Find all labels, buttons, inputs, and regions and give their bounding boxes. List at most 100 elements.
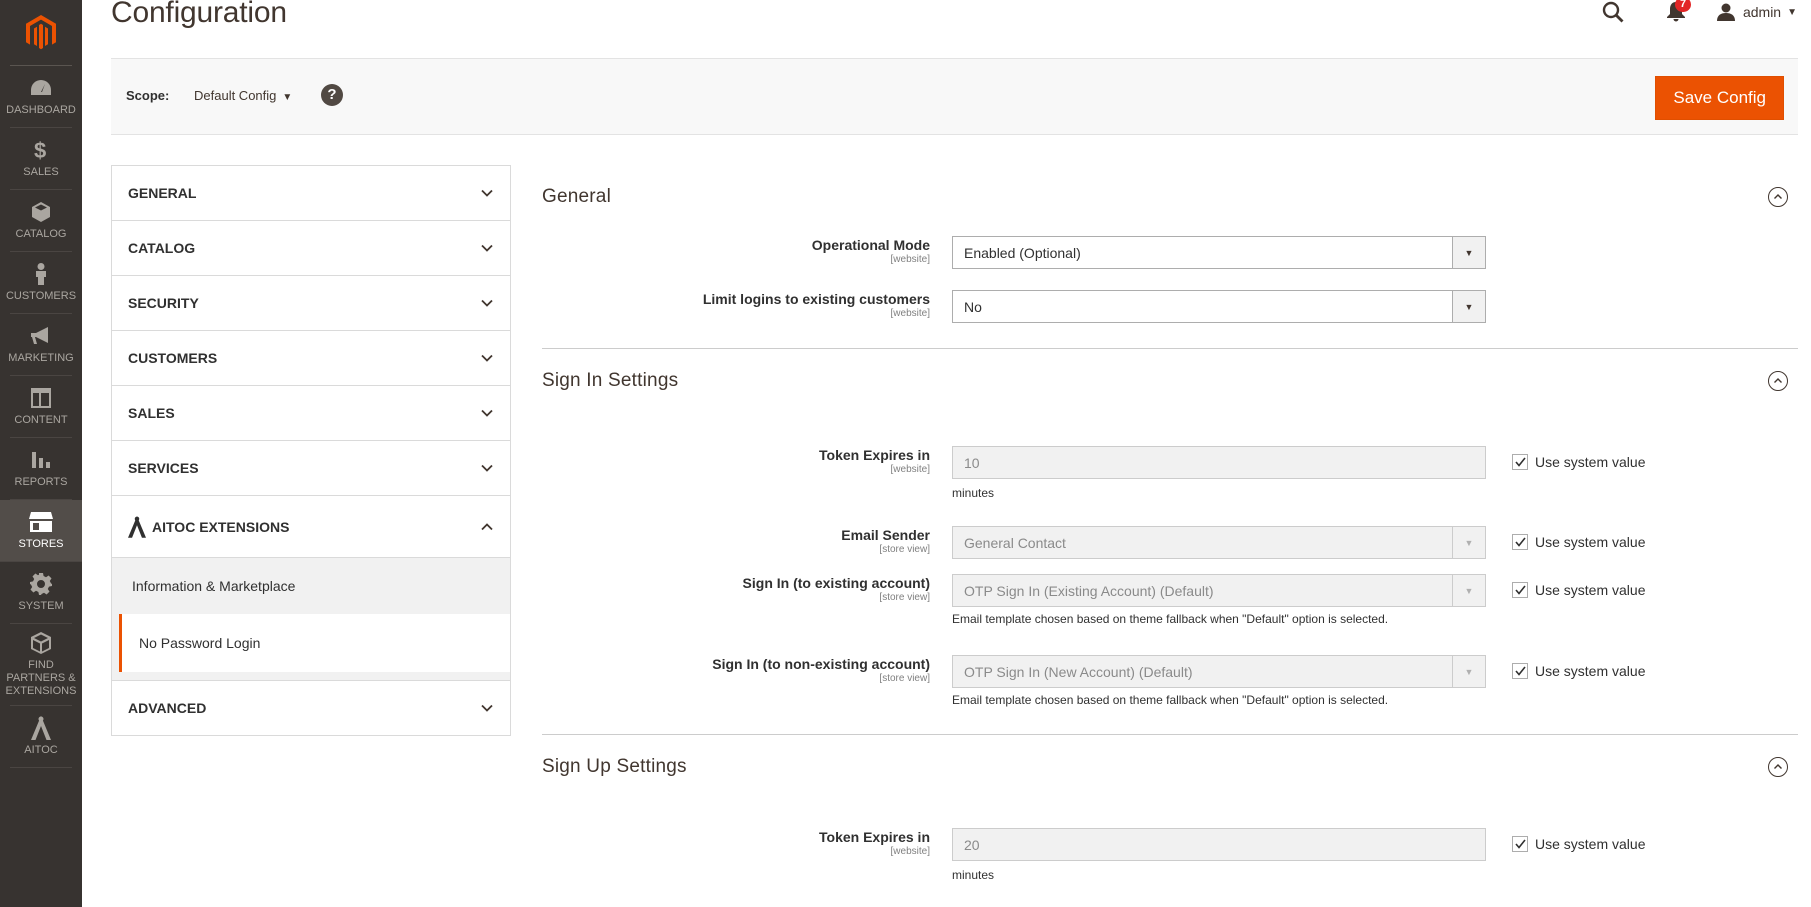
dashboard-icon [29, 76, 53, 100]
use-system-value-checkbox[interactable]: Use system value [1512, 663, 1645, 679]
tab-advanced[interactable]: ADVANCED [111, 680, 511, 736]
menu-item-catalog[interactable]: CATALOG [10, 190, 72, 252]
admin-user-menu[interactable]: admin ▼ [1716, 3, 1797, 21]
scope-label: Scope: [126, 88, 170, 103]
tab-information-marketplace[interactable]: Information & Marketplace [112, 558, 510, 614]
admin-menu: DASHBOARD $ SALES CATALOG CUSTOMERS MARK… [0, 0, 82, 907]
select-arrow: ▼ [1452, 237, 1485, 268]
tab-title: ADVANCED [128, 700, 207, 716]
menu-label: SYSTEM [18, 600, 64, 612]
field-note: Email template chosen based on theme fal… [952, 612, 1389, 626]
use-system-value-checkbox[interactable]: Use system value [1512, 836, 1645, 852]
field-limit-logins: Limit logins to existing customers [websi… [542, 283, 1798, 334]
sign-in-existing-select[interactable]: OTP Sign In (Existing Account) (Default)… [952, 574, 1486, 607]
field-label: Email Sender [841, 527, 930, 543]
aitoc-icon [128, 515, 146, 538]
field-sign-in-non-existing: Sign In (to non-existing account) [store … [542, 648, 1798, 724]
menu-item-dashboard[interactable]: DASHBOARD [6, 66, 76, 128]
chevron-up-circle-icon[interactable] [1768, 371, 1788, 391]
field-sign-up-token-expires: Token Expires in [website] 20 minutes Use… [542, 821, 1798, 901]
menu-label: STORES [18, 538, 64, 550]
operational-mode-select[interactable]: Enabled (Optional) ▼ [952, 236, 1486, 269]
tab-catalog[interactable]: CATALOG [111, 220, 511, 275]
notifications-bell[interactable]: 7 [1665, 0, 1692, 23]
tab-security[interactable]: SECURITY [111, 275, 511, 330]
checkbox-checked-icon [1512, 454, 1528, 470]
menu-item-stores[interactable]: STORES [0, 500, 82, 562]
scope-switcher[interactable]: Default Config ▼ [194, 88, 292, 103]
tab-services[interactable]: SERVICES [111, 440, 511, 495]
menu-label: DASHBOARD [6, 104, 76, 116]
box-icon [29, 200, 53, 224]
tab-aitoc-extensions[interactable]: AITOC EXTENSIONS Information & Marketpla… [111, 495, 511, 680]
menu-label: CONTENT [14, 414, 68, 426]
checkbox-checked-icon [1512, 582, 1528, 598]
chevron-up-circle-icon[interactable] [1768, 757, 1788, 777]
chevron-down-icon: ▼ [282, 92, 293, 103]
chevron-down-icon [481, 299, 493, 307]
dollar-icon: $ [29, 138, 53, 162]
field-sign-in-existing: Sign In (to existing account) [store view… [542, 567, 1798, 648]
sign-in-token-expires-input[interactable]: 10 [952, 446, 1486, 479]
use-system-value-checkbox[interactable]: Use system value [1512, 454, 1645, 470]
tab-title-text: AITOC EXTENSIONS [152, 518, 290, 535]
tab-customers[interactable]: CUSTOMERS [111, 330, 511, 385]
menu-item-marketing[interactable]: MARKETING [8, 314, 74, 376]
limit-logins-select[interactable]: No ▼ [952, 290, 1486, 323]
chevron-up-circle-icon[interactable] [1768, 187, 1788, 207]
section-header-sign-in[interactable]: Sign In Settings [542, 349, 1798, 413]
person-icon [29, 262, 53, 286]
select-value: Enabled (Optional) [964, 244, 1081, 261]
section-header-sign-up[interactable]: Sign Up Settings [542, 735, 1798, 799]
menu-item-system[interactable]: SYSTEM [10, 562, 72, 624]
field-label: Sign In (to non-existing account) [712, 656, 930, 672]
chevron-down-icon [481, 189, 493, 197]
menu-item-customers[interactable]: CUSTOMERS [6, 252, 76, 314]
caret-down-icon: ▼ [1464, 247, 1474, 258]
tab-no-password-login[interactable]: No Password Login [119, 614, 510, 672]
checkbox-label: Use system value [1535, 534, 1646, 550]
email-sender-select[interactable]: General Contact ▼ [952, 526, 1486, 559]
menu-item-find-partners[interactable]: FIND PARTNERS & EXTENSIONS [6, 624, 76, 706]
search-icon[interactable] [1601, 0, 1625, 24]
use-system-value-checkbox[interactable]: Use system value [1512, 534, 1645, 550]
section-header-general[interactable]: General [542, 165, 1798, 229]
aitoc-icon [29, 716, 53, 740]
sign-up-token-expires-input[interactable]: 20 [952, 828, 1486, 861]
checkbox-checked-icon [1512, 663, 1528, 679]
tab-title: SALES [128, 405, 175, 421]
tab-title: GENERAL [128, 185, 197, 201]
menu-item-content[interactable]: CONTENT [10, 376, 72, 438]
checkbox-checked-icon [1512, 836, 1528, 852]
menu-item-sales[interactable]: $ SALES [10, 128, 72, 190]
menu-label: CATALOG [15, 228, 67, 240]
chevron-down-icon [481, 704, 493, 712]
page-title: Configuration [111, 0, 287, 29]
save-config-button[interactable]: Save Config [1655, 76, 1784, 120]
menu-label: AITOC [24, 744, 58, 756]
field-note: minutes [952, 486, 995, 500]
caret-down-icon: ▼ [1464, 537, 1474, 548]
field-label: Operational Mode [811, 237, 930, 253]
caret-down-icon: ▼ [1464, 666, 1474, 677]
section-title: General [542, 186, 611, 207]
field-note: Email template chosen based on theme fal… [952, 693, 1389, 707]
chevron-down-icon [481, 244, 493, 252]
menu-item-aitoc[interactable]: AITOC [10, 706, 72, 768]
chevron-down-icon [481, 409, 493, 417]
caret-down-icon: ▼ [1464, 301, 1474, 312]
checkbox-label: Use system value [1535, 454, 1646, 470]
use-system-value-checkbox[interactable]: Use system value [1512, 582, 1645, 598]
tab-sales[interactable]: SALES [111, 385, 511, 440]
sign-in-non-existing-select[interactable]: OTP Sign In (New Account) (Default) ▼ [952, 655, 1486, 688]
page-actions-bar: Scope: Default Config ▼ ? Save Config [111, 58, 1798, 135]
chevron-down-icon [481, 354, 493, 362]
help-icon[interactable]: ? [321, 84, 343, 106]
magento-logo[interactable] [10, 0, 72, 66]
chevron-up-icon [481, 522, 493, 530]
menu-item-reports[interactable]: REPORTS [10, 438, 72, 500]
checkbox-label: Use system value [1535, 582, 1646, 598]
section-title: Sign Up Settings [542, 756, 687, 777]
field-label: Sign In (to existing account) [742, 575, 930, 591]
tab-general[interactable]: GENERAL [111, 165, 511, 220]
